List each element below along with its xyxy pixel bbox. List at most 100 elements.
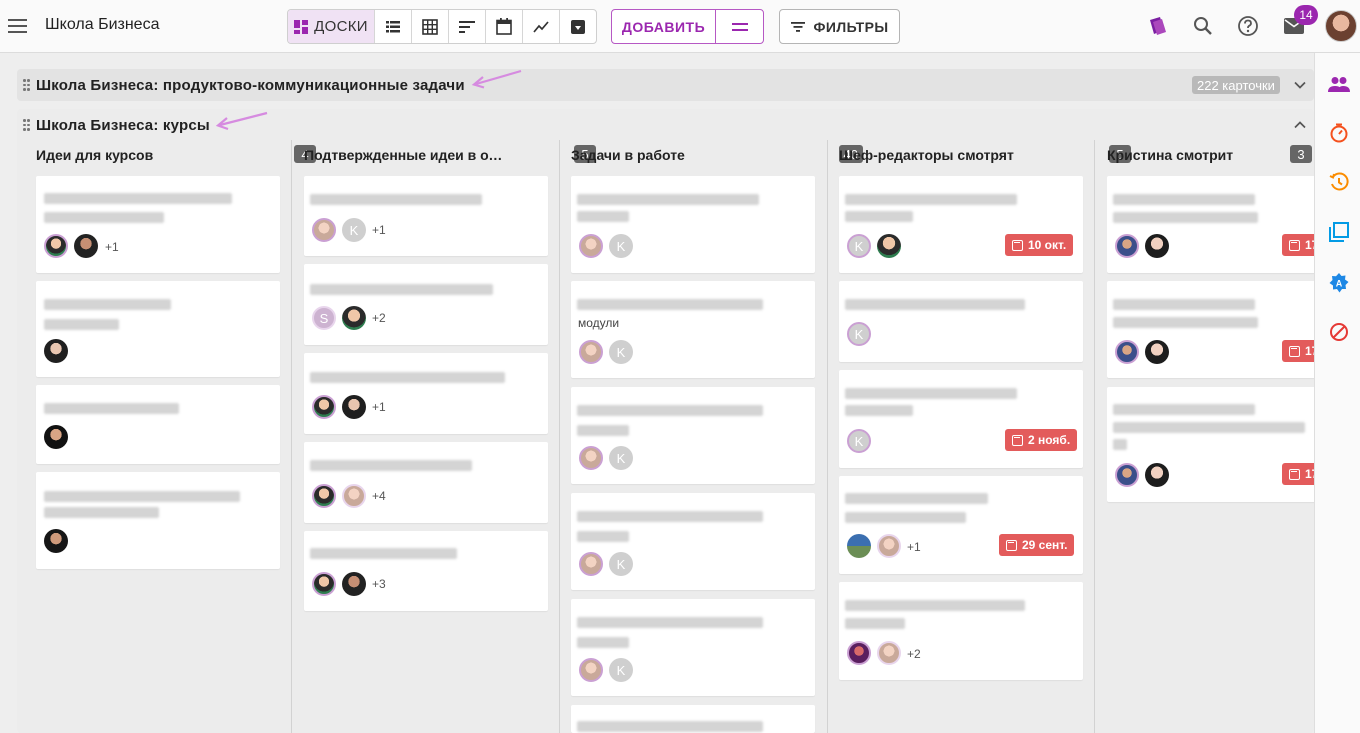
add-button[interactable]: ДОБАВИТЬ <box>612 10 715 43</box>
more-assignees-label: +1 <box>372 223 386 237</box>
history-icon[interactable] <box>1327 170 1351 194</box>
task-card[interactable] <box>36 385 280 464</box>
archive-icon <box>571 19 585 34</box>
due-date-badge: 29 сент. <box>999 534 1075 556</box>
assignee-avatar <box>1145 234 1169 258</box>
task-card[interactable]: K 10 окт. <box>839 176 1083 273</box>
copy-icon[interactable] <box>1327 220 1351 244</box>
filters-button[interactable]: ФИЛЬТРЫ <box>779 9 900 44</box>
calendar-icon <box>1289 468 1300 480</box>
calendar-icon <box>1012 434 1023 446</box>
view-chart-button[interactable] <box>522 10 559 43</box>
task-card[interactable]: +4 <box>304 442 548 523</box>
assignee-avatar <box>1145 463 1169 487</box>
view-table-button[interactable] <box>411 10 448 43</box>
people-icon[interactable] <box>1327 72 1351 96</box>
drag-handle-icon[interactable] <box>23 119 31 131</box>
automation-icon[interactable]: A <box>1327 271 1351 295</box>
assignee-avatar <box>44 234 68 258</box>
task-card[interactable]: K <box>571 599 815 696</box>
equals-icon <box>731 22 748 31</box>
task-card[interactable]: K <box>839 281 1083 362</box>
task-card[interactable] <box>571 705 815 733</box>
assignee-avatar: K <box>609 658 633 682</box>
task-card[interactable]: K 2 нояб. <box>839 370 1083 468</box>
task-card[interactable] <box>36 281 280 377</box>
menu-icon[interactable] <box>8 14 28 38</box>
trend-icon <box>533 20 549 33</box>
view-boards-button[interactable]: ДОСКИ <box>288 10 374 43</box>
list-icon <box>386 20 400 32</box>
view-archive-button[interactable] <box>559 10 596 43</box>
assignee-avatar: K <box>609 234 633 258</box>
calendar-icon <box>1289 239 1300 251</box>
filters-label: ФИЛЬТРЫ <box>813 18 889 35</box>
table-icon <box>422 18 438 35</box>
task-card[interactable] <box>36 472 280 569</box>
task-card[interactable]: K <box>571 493 815 590</box>
assignee-avatar: K <box>609 552 633 576</box>
more-assignees-label: +1 <box>105 240 119 254</box>
assignee-avatar <box>44 339 68 363</box>
more-assignees-label: +2 <box>372 311 386 325</box>
due-date-badge: 17 <box>1282 463 1314 485</box>
column-title: Кристина смотрит <box>1107 147 1234 163</box>
task-card[interactable]: S +2 <box>304 264 548 345</box>
more-assignees-label: +1 <box>372 400 386 414</box>
task-card[interactable]: K +1 <box>304 176 548 256</box>
more-assignees-label: +2 <box>907 647 921 661</box>
due-date-label: 17 <box>1305 344 1314 358</box>
chevron-down-icon[interactable] <box>1293 78 1307 92</box>
svg-text:A: A <box>1336 279 1343 289</box>
task-card[interactable]: +2 <box>839 582 1083 680</box>
task-card[interactable]: +1 <box>36 176 280 273</box>
task-card[interactable]: 17 <box>1107 387 1314 502</box>
drag-handle-icon[interactable] <box>23 79 31 91</box>
swimlane-card-count: 222 карточки <box>1192 76 1280 94</box>
view-list-button[interactable] <box>374 10 411 43</box>
cards-stack-icon[interactable] <box>1143 12 1171 40</box>
boards-icon <box>294 19 309 34</box>
assignee-avatar <box>312 395 336 419</box>
right-sidebar: A <box>1314 53 1360 733</box>
board-column-ideas: Идеи для курсов 4 +1 <box>36 145 316 733</box>
search-icon[interactable] <box>1189 12 1217 40</box>
task-card[interactable]: 17 <box>1107 281 1314 378</box>
task-card[interactable]: модули K <box>571 281 815 378</box>
swimlane-title[interactable]: Школа Бизнеса: продуктово-коммуникационн… <box>36 77 465 94</box>
help-icon[interactable] <box>1234 12 1262 40</box>
assignee-avatar <box>579 234 603 258</box>
assignee-avatar <box>579 340 603 364</box>
task-card[interactable]: +3 <box>304 531 548 611</box>
assignee-avatar <box>342 572 366 596</box>
add-options-button[interactable] <box>715 10 763 43</box>
assignee-avatar <box>312 572 336 596</box>
chevron-up-icon[interactable] <box>1293 118 1307 132</box>
column-title: Идеи для курсов <box>36 147 154 163</box>
task-card[interactable]: K <box>571 176 815 273</box>
view-boards-label: ДОСКИ <box>314 18 368 35</box>
add-split-button: ДОБАВИТЬ <box>611 9 764 44</box>
task-card[interactable]: 17 <box>1107 176 1314 273</box>
task-card[interactable]: K <box>571 387 815 484</box>
task-card[interactable]: +1 <box>304 353 548 434</box>
column-count-badge: 3 <box>1290 145 1312 163</box>
view-calendar-button[interactable] <box>485 10 522 43</box>
assignee-avatar <box>847 534 871 558</box>
column-title: Шеф-редакторы смотрят <box>839 147 1014 163</box>
calendar-icon <box>1012 239 1023 251</box>
board-column-confirmed-ideas: Подтвержденные идеи в очереди 5 K +1 S +… <box>304 145 596 733</box>
block-icon[interactable] <box>1327 320 1351 344</box>
view-sort-button[interactable] <box>448 10 485 43</box>
swimlane-title[interactable]: Школа Бизнеса: курсы <box>36 117 210 134</box>
column-title: Задачи в работе <box>571 147 685 163</box>
due-date-label: 17 <box>1305 467 1314 481</box>
due-date-label: 10 окт. <box>1028 238 1067 252</box>
user-avatar[interactable] <box>1325 10 1357 42</box>
task-card[interactable]: +1 29 сент. <box>839 476 1083 574</box>
assignee-avatar <box>579 446 603 470</box>
assignee-avatar <box>312 484 336 508</box>
timer-icon[interactable] <box>1327 121 1351 145</box>
assignee-avatar <box>342 306 366 330</box>
assignee-avatar <box>1145 340 1169 364</box>
